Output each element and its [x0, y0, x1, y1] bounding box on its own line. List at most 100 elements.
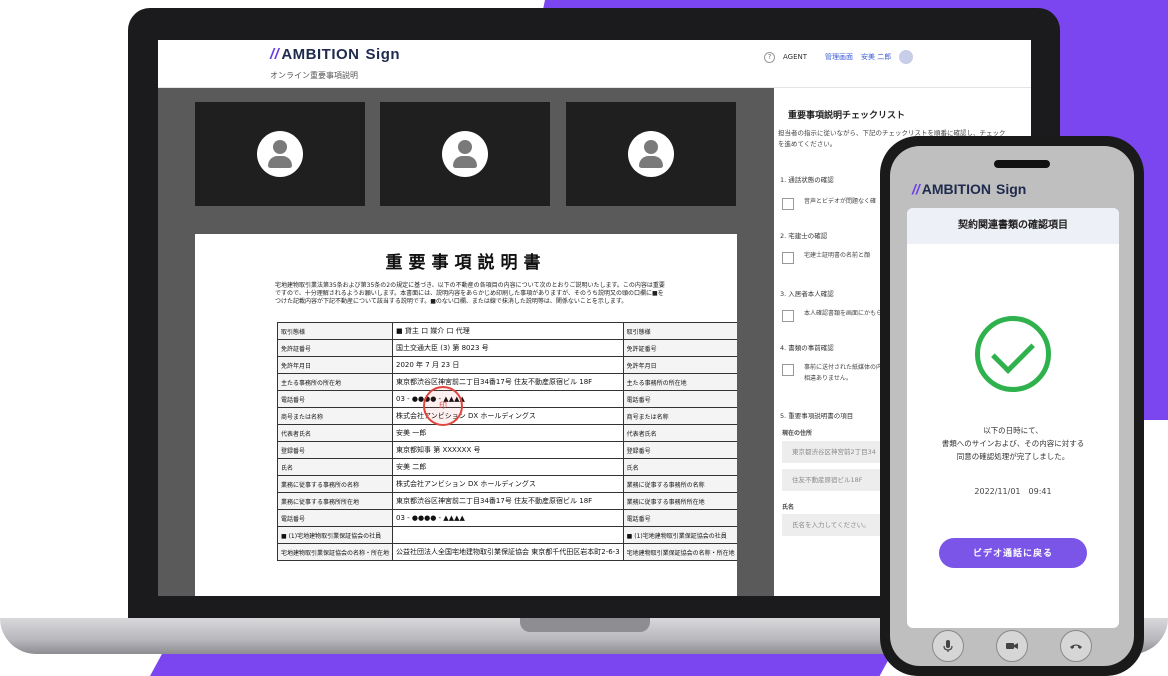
checklist-section-3: 3. 入居者本人確認: [780, 290, 834, 298]
camera-icon: [1006, 643, 1018, 649]
mic-icon: [943, 640, 953, 652]
document-cell-label: 電話番号: [622, 390, 737, 408]
document-table-row: 商号または名称株式会社アンビション DX ホールディングス商号または名称仲介会社…: [276, 407, 737, 425]
document-table-row: 宅地建物取引業保証協会の名称・所在地 公益社団法人全国宅地建物取引業保証協会 東京…: [276, 543, 737, 561]
check-icon: [991, 330, 1035, 374]
document-cell-label: 登録番号: [276, 441, 394, 459]
checkbox[interactable]: [782, 310, 794, 322]
document-table-row: 業務に従事する事務所の名称 株式会社アンビション DX ホールディングス 業務に従事…: [276, 475, 737, 493]
page-subtitle: オンライン重要事項説明: [270, 71, 358, 80]
document-cell-label: 代表者氏名: [622, 424, 737, 442]
camera-button[interactable]: [996, 630, 1028, 662]
document-cell-value: 03 - ●●●● - ▲▲▲▲: [392, 509, 624, 527]
user-name[interactable]: 安美 二郎: [861, 52, 891, 62]
document-cell-value: 2020 年 7 月 23 日: [392, 356, 624, 374]
checklist-title: 重要事項説明チェックリスト: [788, 111, 906, 121]
document-cell-value: 安美 二郎: [392, 458, 624, 476]
logo-sign: Sign: [996, 181, 1027, 197]
laptop-notch: [520, 618, 650, 632]
document-table-row: 電話番号03 - ●●●● - ▲▲▲▲電話番号03 - ■■■■ - ▲▲▲▲: [276, 390, 737, 408]
document-cell-label: 宅地建物取引業保証協会の名称・所在地: [276, 543, 394, 561]
logo-slash: //: [912, 181, 920, 197]
checklist-section-1: 1. 通話状態の確認: [780, 176, 834, 184]
document-cell-label: 業務に従事する事務所所在地: [622, 492, 737, 510]
promo-stage: //AMBITION Sign オンライン重要事項説明 ? AGENT 管理画面 …: [0, 0, 1168, 676]
app-header: //AMBITION Sign オンライン重要事項説明 ? AGENT 管理画面 …: [158, 40, 1031, 88]
document-cell-label: 電話番号: [622, 509, 737, 527]
completion-datetime: 2022/11/01 09:41: [974, 487, 1052, 496]
name-label: 氏名: [782, 504, 795, 511]
phone-screen: //AMBITION Sign 契約関連書類の確認項目 以下の日時にて、 書類への…: [890, 146, 1134, 666]
confirmation-card: 契約関連書類の確認項目 以下の日時にて、 書類へのサインおよび、その内容に対する…: [907, 208, 1119, 628]
logo-sign: Sign: [365, 46, 401, 63]
document-cell-label: 免許証番号: [276, 339, 394, 357]
checklist-item-text: 音声とビデオが問題なく確: [804, 198, 877, 205]
document-cell-label: 免許証番号: [622, 339, 737, 357]
checklist-section-4: 4. 書類の事前確認: [780, 344, 834, 352]
document-cell-label: 登録番号: [622, 441, 737, 459]
document-paragraph: 宅地建物取引業法第35条および第35条の2の規定に基づき、以下の不動産の各項目の…: [275, 282, 665, 305]
document-title: 重要事項説明書: [385, 253, 547, 273]
video-tile-3[interactable]: [566, 102, 736, 206]
document-cell-value: 東京都知事 第 XXXXXX 号: [392, 441, 624, 459]
card-title: 契約関連書類の確認項目: [907, 208, 1119, 244]
document-cell-label: 取引態様: [276, 322, 394, 340]
document-table-row: 登録番号東京都知事 第 XXXXXX 号登録番号東京都知事 第 XXXXXX 号: [276, 441, 737, 459]
mic-button[interactable]: [932, 630, 964, 662]
document-table-row: 取引態様■ 貸主 口 媒介 口 代理取引態様口 貸主 ■ 媒介 口 代理: [276, 322, 737, 340]
address-label: 現在の住所: [782, 430, 813, 437]
message-line: 同意の確認処理が完了しました。: [956, 452, 1070, 461]
document-table-row: 代表者氏名安美 一郎代表者氏名仲介 一郎: [276, 424, 737, 442]
video-tile-2[interactable]: [380, 102, 550, 206]
message-line: 以下の日時にて、: [983, 426, 1043, 435]
document-cell-label: 宅地建物取引業保証協会の名称・所在地: [622, 543, 737, 561]
checkbox[interactable]: [782, 252, 794, 264]
return-to-video-button[interactable]: ビデオ通話に戻る: [939, 538, 1087, 568]
help-icon[interactable]: ?: [764, 51, 775, 63]
checkbox[interactable]: [782, 198, 794, 210]
document-table-row: 氏名安美 二郎氏名仲介 二郎: [276, 458, 737, 476]
document-cell-label: 電話番号: [276, 390, 394, 408]
document-cell-value: [392, 526, 624, 544]
checklist-section-2: 2. 宅建士の確認: [780, 232, 828, 240]
logo-slash: //: [270, 46, 280, 63]
document-cell-value: 安美 一郎: [392, 424, 624, 442]
agent-label: AGENT: [783, 53, 808, 61]
video-area: 重要事項説明書 宅地建物取引業法第35条および第35条の2の規定に基づき、以下の…: [158, 88, 774, 596]
document-cell-value: 東京都渋谷区神宮前二丁目34番17号 住友不動産原宿ビル 18F: [392, 373, 624, 391]
document-cell-value: ■ 貸主 口 媒介 口 代理: [392, 322, 624, 340]
person-icon: [442, 131, 488, 177]
document-cell-label: 業務に従事する事務所所在地: [276, 492, 394, 510]
logo-name: AMBITION: [921, 181, 991, 197]
user-avatar-icon[interactable]: [899, 50, 914, 64]
document-cell-label: 主たる事務所の所在地: [276, 373, 394, 391]
hangup-button[interactable]: [1060, 630, 1092, 662]
shared-document[interactable]: 重要事項説明書 宅地建物取引業法第35条および第35条の2の規定に基づき、以下の…: [195, 234, 737, 596]
document-table: 取引態様■ 貸主 口 媒介 口 代理取引態様口 貸主 ■ 媒介 口 代理免許証番…: [276, 322, 737, 561]
document-table-row: 電話番号03 - ●●●● - ▲▲▲▲電話番号03 - ■■■■ - ▲▲▲▲: [276, 509, 737, 527]
document-cell-value: 国土交通大臣 (3) 第 8023 号: [392, 339, 624, 357]
checklist-section-5: 5. 重要事項説明書の項目: [780, 412, 854, 420]
document-cell-label: 業務に従事する事務所の名称: [276, 475, 394, 493]
checklist-item-text: 宅建士証明書の名前と顔: [804, 252, 871, 259]
message-line: 書類へのサインおよび、その内容に対する: [941, 439, 1085, 448]
document-cell-label: 代表者氏名: [276, 424, 394, 442]
app-logo[interactable]: //AMBITION Sign: [270, 46, 400, 63]
document-table-row: ■ (1)宅地建物取引業保証協会の社員 ■ (1)宅地建物取引業保証協会の社員: [276, 526, 737, 544]
document-cell-label: ■ (1)宅地建物取引業保証協会の社員: [276, 526, 394, 544]
checkbox[interactable]: [782, 364, 794, 376]
document-cell-value: 株式会社アンビション DX ホールディングス: [392, 475, 624, 493]
document-table-row: 主たる事務所の所在地 東京都渋谷区神宮前二丁目34番17号 住友不動産原宿ビル 1…: [276, 373, 737, 391]
document-cell-label: 主たる事務所の所在地: [622, 373, 737, 391]
header-right: ? AGENT 管理画面 安美 二郎: [764, 49, 914, 65]
video-tile-1[interactable]: [195, 102, 365, 206]
document-table-row: 免許証番号国土交通大臣 (3) 第 8023 号免許証番号国土交通大臣 (1) …: [276, 339, 737, 357]
logo-name: AMBITION: [281, 46, 360, 63]
smartphone: //AMBITION Sign 契約関連書類の確認項目 以下の日時にて、 書類への…: [880, 136, 1144, 676]
document-cell-label: 免許年月日: [276, 356, 394, 374]
document-cell-label: 商号または名称: [276, 407, 394, 425]
document-cell-value: 公益社団法人全国宅地建物取引業保証協会 東京都千代田区岩本町2-6-3: [392, 543, 624, 561]
hangup-icon: [1070, 644, 1082, 649]
admin-link[interactable]: 管理画面: [825, 52, 853, 62]
completion-message: 以下の日時にて、 書類へのサインおよび、その内容に対する 同意の確認処理が完了し…: [917, 424, 1109, 463]
